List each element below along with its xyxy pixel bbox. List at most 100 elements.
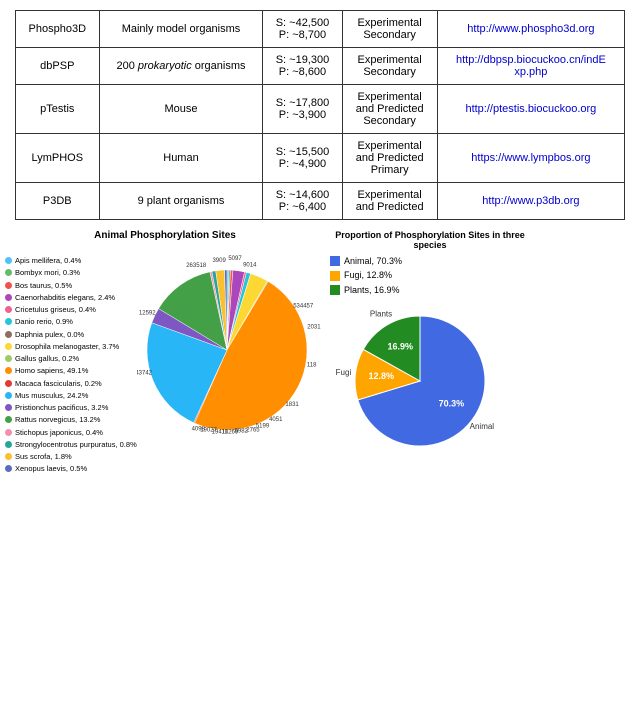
db-type: Experimentaland PredictedPrimary [342, 134, 437, 183]
legend-dot [330, 285, 340, 295]
legend-dot [5, 294, 12, 301]
legend-label: Plants, 16.9% [344, 283, 400, 297]
legend-dot [5, 355, 12, 362]
svg-text:2031: 2031 [307, 324, 321, 330]
right-chart-container: Proportion of Phosphorylation Sites in t… [330, 230, 530, 464]
left-chart-container: Animal Phosphorylation Sites Apis mellif… [5, 230, 325, 476]
right-pie-svg: 70.3% Animal 12.8% Fugi 16.9% Plants [330, 301, 525, 461]
legend-label: Apis mellifera, 0.4% [15, 255, 81, 266]
legend-item: Fugi, 12.8% [330, 268, 530, 282]
legend-dot [5, 404, 12, 411]
legend-dot [5, 318, 12, 325]
legend-label: Cricetulus griseus, 0.4% [15, 304, 96, 315]
legend-item: Rattus norvegicus, 13.2% [5, 414, 137, 425]
legend-dot [5, 465, 12, 472]
db-url[interactable]: http://dbpsp.biocuckoo.cn/indExp.php [437, 48, 624, 85]
legend-item: Drosophila melanogaster, 3.7% [5, 341, 137, 352]
legend-dot [5, 269, 12, 276]
legend-item: Macaca fascicularis, 0.2% [5, 378, 137, 389]
svg-text:70.3%: 70.3% [439, 399, 465, 409]
db-url[interactable]: http://www.p3db.org [437, 183, 624, 220]
legend-dot [5, 392, 12, 399]
db-sites: S: ~17,800P: ~3,900 [263, 85, 342, 134]
db-organisms: 9 plant organisms [99, 183, 263, 220]
legend-dot [5, 331, 12, 338]
svg-text:3909: 3909 [212, 258, 226, 264]
legend-label: Fugi, 12.8% [344, 268, 392, 282]
legend-label: Bos taurus, 0.5% [15, 280, 72, 291]
db-url[interactable]: http://www.phospho3d.org [437, 11, 624, 48]
db-organisms: Human [99, 134, 263, 183]
db-organisms: Mainly model organisms [99, 11, 263, 48]
legend-dot [5, 257, 12, 264]
legend-dot [5, 429, 12, 436]
db-url[interactable]: https://www.lympbos.org [437, 134, 624, 183]
legend-label: Caenorhabditis elegans, 2.4% [15, 292, 115, 303]
svg-text:118: 118 [307, 363, 317, 369]
legend-label: Bombyx mori, 0.3% [15, 267, 80, 278]
db-name: pTestis [16, 85, 100, 134]
svg-text:16.9%: 16.9% [387, 342, 413, 352]
legend-dot [330, 271, 340, 281]
table-row: pTestis Mouse S: ~17,800P: ~3,900 Experi… [16, 85, 625, 134]
table-row: Phospho3D Mainly model organisms S: ~42,… [16, 11, 625, 48]
legend-label: Daphnia pulex, 0.0% [15, 329, 84, 340]
legend-item: Homo sapiens, 49.1% [5, 365, 137, 376]
svg-text:2765: 2765 [246, 427, 260, 433]
svg-text:5097: 5097 [228, 256, 242, 262]
legend-label: Drosophila melanogaster, 3.7% [15, 341, 119, 352]
legend-item: Bos taurus, 0.5% [5, 280, 137, 291]
left-chart-title: Animal Phosphorylation Sites [5, 230, 325, 241]
db-url[interactable]: http://ptestis.biocuckoo.org [437, 85, 624, 134]
svg-text:Plants: Plants [370, 310, 392, 319]
legend-label: Gallus gallus, 0.2% [15, 353, 79, 364]
legend-label: Stichopus japonicus, 0.4% [15, 427, 103, 438]
table-row: LymPHOS Human S: ~15,500P: ~4,900 Experi… [16, 134, 625, 183]
legend-item: Apis mellifera, 0.4% [5, 255, 137, 266]
legend-dot [5, 282, 12, 289]
db-name: Phospho3D [16, 11, 100, 48]
svg-text:12.8%: 12.8% [368, 371, 394, 381]
legend-dot [5, 380, 12, 387]
legend-dot [5, 367, 12, 374]
legend-item: Pristionchus pacificus, 3.2% [5, 402, 137, 413]
legend-item: Cricetulus griseus, 0.4% [5, 304, 137, 315]
legend-label: Pristionchus pacificus, 3.2% [15, 402, 108, 413]
svg-text:Animal: Animal [470, 422, 495, 431]
legend-item: Animal, 70.3% [330, 254, 530, 268]
legend-item: Strongylocentrotus purpuratus, 0.8% [5, 439, 137, 450]
table-row: P3DB 9 plant organisms S: ~14,600P: ~6,4… [16, 183, 625, 220]
table-section: Phospho3D Mainly model organisms S: ~42,… [0, 0, 640, 225]
right-chart-title: Proportion of Phosphorylation Sites in t… [330, 230, 530, 250]
db-sites: S: ~15,500P: ~4,900 [263, 134, 342, 183]
db-type: Experimentaland PredictedSecondary [342, 85, 437, 134]
legend-label: Mus musculus, 24.2% [15, 390, 88, 401]
legend-dot [5, 453, 12, 460]
svg-text:1831: 1831 [285, 402, 299, 408]
legend-item: Gallus gallus, 0.2% [5, 353, 137, 364]
db-type: Experimentaland Predicted [342, 183, 437, 220]
legend-dot [5, 441, 12, 448]
db-name: P3DB [16, 183, 100, 220]
left-chart-legend: Apis mellifera, 0.4% Bombyx mori, 0.3% B… [5, 245, 137, 476]
db-name: dbPSP [16, 48, 100, 85]
legend-item: Plants, 16.9% [330, 283, 530, 297]
db-organisms: Mouse [99, 85, 263, 134]
legend-item: Mus musculus, 24.2% [5, 390, 137, 401]
svg-text:Fugi: Fugi [336, 368, 352, 377]
db-sites: S: ~14,600P: ~6,400 [263, 183, 342, 220]
svg-text:9014: 9014 [243, 263, 257, 269]
legend-dot [5, 306, 12, 313]
svg-text:143742: 143742 [137, 370, 153, 376]
legend-label: Animal, 70.3% [344, 254, 402, 268]
legend-item: Stichopus japonicus, 0.4% [5, 427, 137, 438]
charts-section: Animal Phosphorylation Sites Apis mellif… [0, 225, 640, 481]
svg-text:4051: 4051 [269, 417, 283, 423]
svg-text:263518: 263518 [186, 263, 207, 269]
left-pie-svg: 3909509790141181831405151992765998210269… [137, 245, 322, 455]
legend-dot [5, 343, 12, 350]
database-table: Phospho3D Mainly model organisms S: ~42,… [15, 10, 625, 220]
legend-label: Xenopus laevis, 0.5% [15, 463, 87, 474]
legend-label: Sus scrofa, 1.8% [15, 451, 72, 462]
legend-item: Caenorhabditis elegans, 2.4% [5, 292, 137, 303]
